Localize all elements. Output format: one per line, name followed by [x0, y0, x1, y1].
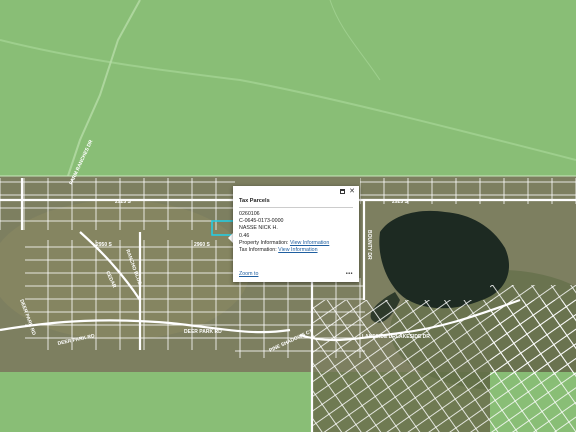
property-info-row: Property Information: View Information — [239, 240, 353, 247]
tax-parcel-popup: ✕ Tax Parcels 0260106 C-0645-0173-0000 N… — [233, 186, 359, 282]
road-label: 2950 S — [96, 242, 113, 248]
popup-divider — [239, 207, 353, 208]
popup-footer: Zoom to ••• — [239, 271, 353, 277]
road-label: DEER PARK RD — [184, 329, 222, 335]
unincorporated-area-bottom-left — [0, 372, 290, 432]
close-icon[interactable]: ✕ — [349, 188, 355, 195]
popup-header: ✕ — [233, 186, 359, 197]
parcel-number: C-0645-0173-0000 — [239, 218, 284, 225]
tax-info-label: Tax Information: — [239, 247, 277, 254]
road-label: LAKESIDE DR — [362, 334, 396, 340]
parcel-id: 0260106 — [239, 211, 260, 217]
road-label: 2925 S — [115, 199, 132, 205]
popup-title: Tax Parcels — [239, 198, 270, 204]
map-view[interactable]: 2925 S 2925 S 2950 S 2960 S DEER PARK RD… — [0, 0, 576, 432]
zoom-to-link[interactable]: Zoom to — [239, 271, 258, 277]
owner-name: NASSE NICK H. — [239, 225, 278, 232]
more-actions-icon[interactable]: ••• — [346, 271, 353, 277]
road-label: BOUNTY DR — [366, 230, 372, 260]
property-info-link[interactable]: View Information — [290, 240, 329, 246]
parcel-acres: 0.46 — [239, 232, 250, 239]
tax-info-row: Tax Information: View Information — [239, 247, 353, 254]
road-label: 2960 S — [194, 242, 211, 248]
popup-body: 0260106 C-0645-0173-0000 NASSE NICK H. 0… — [233, 211, 359, 254]
tax-info-link[interactable]: View Information — [278, 247, 317, 253]
maximize-icon[interactable] — [340, 189, 346, 194]
road-label: LAKESIDE DR — [396, 334, 430, 340]
road-label: 2925 S — [392, 199, 409, 205]
property-info-label: Property Information: — [239, 239, 289, 246]
